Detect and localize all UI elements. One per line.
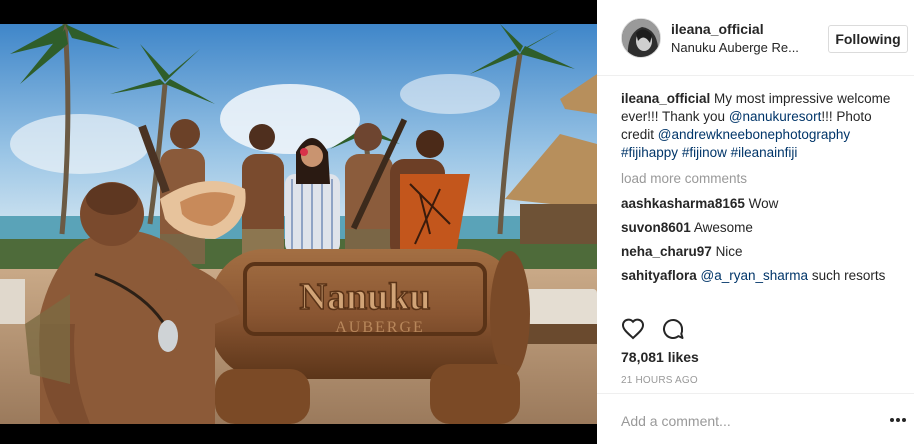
comment-username[interactable]: suvon8601 xyxy=(621,220,691,235)
comment-item: neha_charu97 Nice xyxy=(621,243,906,261)
hashtag-link[interactable]: #ileanainfiji xyxy=(731,145,798,160)
comment-text: Awesome xyxy=(693,220,753,235)
comment-bubble-icon[interactable] xyxy=(661,317,685,341)
avatar[interactable] xyxy=(621,18,661,58)
following-button[interactable]: Following xyxy=(828,25,908,53)
caption-mention-resort[interactable]: @nanukuresort xyxy=(729,109,822,124)
load-more-comments-link[interactable]: load more comments xyxy=(621,170,906,188)
avatar-photo xyxy=(622,19,660,57)
photo-illustration: Nanuku AUBERGE xyxy=(0,24,597,424)
hashtag-link[interactable]: #fijihappy xyxy=(621,145,678,160)
comments-section: ileana_official My most impressive welco… xyxy=(621,90,906,291)
add-comment-bar xyxy=(597,393,914,444)
comment-item: aashkasharma8165 Wow xyxy=(621,195,906,213)
post-details-panel: ileana_official Nanuku Auberge Re... Fol… xyxy=(597,0,914,444)
comment-item: suvon8601 Awesome xyxy=(621,219,906,237)
hashtag-link[interactable]: #fijinow xyxy=(682,145,727,160)
post-photo[interactable]: Nanuku AUBERGE xyxy=(0,24,597,424)
comment-mention[interactable]: @a_ryan_sharma xyxy=(701,268,809,283)
comment-username[interactable]: neha_charu97 xyxy=(621,244,712,259)
drum-carved-subsign: AUBERGE xyxy=(335,319,425,336)
photo-panel: Nanuku AUBERGE xyxy=(0,0,597,444)
post-timestamp[interactable]: 21 HOURS AGO xyxy=(621,375,698,386)
likes-count[interactable]: 78,081 likes xyxy=(621,349,699,365)
drum-carved-sign: Nanuku xyxy=(300,276,431,318)
heart-icon[interactable] xyxy=(621,317,645,341)
comment-username[interactable]: sahityaflora xyxy=(621,268,697,283)
post-header: ileana_official Nanuku Auberge Re... Fol… xyxy=(597,0,914,76)
comment-username[interactable]: aashkasharma8165 xyxy=(621,196,745,211)
post-location[interactable]: Nanuku Auberge Re... xyxy=(671,40,799,55)
comment-text: such resorts xyxy=(808,268,886,283)
post-caption: ileana_official My most impressive welco… xyxy=(621,90,906,162)
more-options-icon[interactable] xyxy=(889,413,907,425)
caption-mention-photographer[interactable]: @andrewkneebonephotography xyxy=(658,127,850,142)
comment-text: Wow xyxy=(748,196,779,211)
caption-username[interactable]: ileana_official xyxy=(621,91,710,106)
comment-text: Nice xyxy=(715,244,743,259)
comment-item: sahityaflora @a_ryan_sharma such resorts xyxy=(621,267,906,285)
add-comment-input[interactable] xyxy=(621,411,871,431)
post-username[interactable]: ileana_official xyxy=(671,21,764,37)
